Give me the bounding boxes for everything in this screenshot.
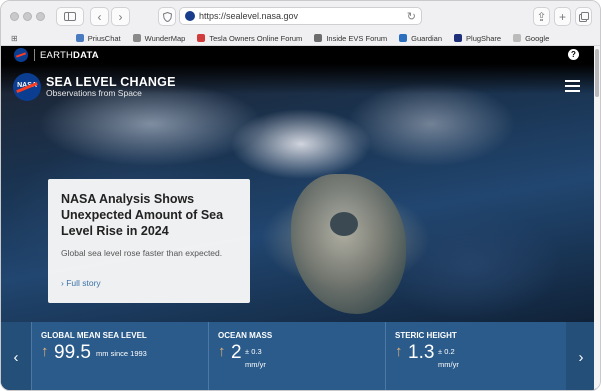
grid-icon[interactable]: ⊞ <box>11 34 18 43</box>
earthdata-suffix: DATA <box>73 49 99 61</box>
browser-window: ‹ › https://sealevel.nasa.gov ↻ ⇪ + ⊞ Pr… <box>0 0 601 391</box>
tab-overview-button[interactable] <box>575 7 592 26</box>
chevron-right-icon: › <box>578 348 584 366</box>
bookmark-item[interactable]: PriusChat <box>75 33 121 43</box>
earthdata-prefix: EARTH <box>40 49 74 61</box>
bookmark-item[interactable]: WunderMap <box>132 33 186 43</box>
up-arrow-icon: ↑ <box>218 343 226 360</box>
close-window-button[interactable] <box>10 12 19 21</box>
next-stat-button[interactable]: › <box>566 322 596 390</box>
bookmarks-bar: ⊞ PriusChat WunderMap Tesla Owners Onlin… <box>1 31 600 46</box>
stat-unit: mm/yr <box>245 360 266 369</box>
vital-signs-bar: ‹ GLOBAL MEAN SEA LEVEL ↑ 99.5 mm since … <box>1 322 596 390</box>
chevron-left-icon: ‹ <box>13 348 19 366</box>
news-card: NASA Analysis Shows Unexpected Amount of… <box>48 179 250 303</box>
earthdata-link[interactable]: EARTHDATA <box>40 50 99 61</box>
divider <box>34 49 35 61</box>
stat-value: 2 <box>231 342 242 363</box>
browser-toolbar: ‹ › https://sealevel.nasa.gov ↻ ⇪ + <box>1 1 600 31</box>
page-scrollbar[interactable] <box>594 46 600 390</box>
stat-ocean-mass[interactable]: OCEAN MASS ↑ 2 ± 0.3 mm/yr <box>208 322 385 390</box>
stat-value: 99.5 <box>54 342 91 363</box>
share-icon: ⇪ <box>536 9 547 24</box>
stat-steric-height[interactable]: STERIC HEIGHT ↑ 1.3 ± 0.2 mm/yr <box>385 322 566 390</box>
tabs-icon <box>578 11 589 22</box>
scrollbar-thumb[interactable] <box>595 49 599 97</box>
stat-uncertainty: ± 0.2 <box>438 347 455 356</box>
new-tab-button[interactable]: + <box>554 7 571 26</box>
stat-label: GLOBAL MEAN SEA LEVEL <box>41 331 147 340</box>
bookmark-favicon-icon <box>513 34 522 42</box>
sidebar-toggle-button[interactable] <box>56 7 84 26</box>
up-arrow-icon: ↑ <box>41 343 49 360</box>
bookmark-item[interactable]: PlugShare <box>454 34 501 43</box>
bookmark-item[interactable]: Inside EVS Forum <box>314 34 387 43</box>
lake-okeechobee <box>330 212 358 236</box>
bookmark-item[interactable]: Google <box>513 34 549 43</box>
minimize-window-button[interactable] <box>23 12 32 21</box>
hero-satellite-image: NASA SEA LEVEL CHANGE Observations from … <box>1 64 596 322</box>
shield-icon <box>162 11 172 22</box>
bookmark-favicon-icon <box>314 34 323 42</box>
stat-label: STERIC HEIGHT <box>395 331 457 340</box>
address-bar[interactable]: https://sealevel.nasa.gov ↻ <box>179 7 422 25</box>
card-text: Global sea level rose faster than expect… <box>61 248 223 258</box>
nasa-logo-text: NASA <box>17 82 37 89</box>
bookmark-favicon-icon <box>197 34 206 42</box>
bookmark-favicon-icon <box>132 34 141 42</box>
address-url: https://sealevel.nasa.gov <box>199 11 299 21</box>
bookmark-favicon-icon <box>75 34 84 42</box>
bookmark-favicon-icon <box>454 34 463 42</box>
stat-unit: mm/yr <box>438 360 459 369</box>
prev-stat-button[interactable]: ‹ <box>1 322 31 390</box>
zoom-window-button[interactable] <box>36 12 45 21</box>
share-button[interactable]: ⇪ <box>533 7 550 26</box>
earthdata-bar: EARTHDATA ? <box>1 46 596 64</box>
bookmark-label: Guardian <box>411 33 443 43</box>
plus-icon: + <box>558 9 566 24</box>
site-title[interactable]: SEA LEVEL CHANGE <box>46 75 176 89</box>
bookmark-label: Inside EVS Forum <box>326 33 388 43</box>
up-arrow-icon: ↑ <box>395 343 403 360</box>
full-story-link[interactable]: › Full story <box>61 278 101 288</box>
bookmark-item[interactable]: Tesla Owners Online Forum <box>197 34 302 43</box>
nasa-meatball-logo[interactable]: NASA <box>13 73 41 101</box>
stat-unit: mm since 1993 <box>96 349 147 358</box>
sidebar-icon <box>64 12 76 21</box>
bookmark-label: Google <box>525 33 550 43</box>
site-subtitle: Observations from Space <box>46 88 142 98</box>
reload-icon[interactable]: ↻ <box>407 10 416 23</box>
bookmark-label: Tesla Owners Online Forum <box>209 33 303 43</box>
help-icon[interactable]: ? <box>568 49 579 60</box>
card-title[interactable]: NASA Analysis Shows Unexpected Amount of… <box>61 191 241 239</box>
florida-landmass <box>291 174 406 314</box>
web-page: EARTHDATA ? NASA SEA LEVEL CHANGE Observ… <box>1 46 596 390</box>
bookmark-item[interactable]: Guardian <box>399 34 442 43</box>
chevron-left-icon: ‹ <box>97 9 102 24</box>
site-favicon-icon <box>185 11 195 21</box>
stat-global-mean-sea-level[interactable]: GLOBAL MEAN SEA LEVEL ↑ 99.5 mm since 19… <box>31 322 208 390</box>
privacy-report-button[interactable] <box>158 7 176 26</box>
menu-icon[interactable] <box>565 80 580 95</box>
stat-value: 1.3 <box>408 342 435 363</box>
chevron-right-icon: › <box>118 9 123 24</box>
stat-uncertainty: ± 0.3 <box>245 347 262 356</box>
stat-label: OCEAN MASS <box>218 331 273 340</box>
bookmark-favicon-icon <box>399 34 408 42</box>
back-button[interactable]: ‹ <box>90 7 109 26</box>
nasa-logo-icon[interactable] <box>14 48 28 62</box>
bookmark-label: PriusChat <box>87 33 121 43</box>
bookmark-label: PlugShare <box>466 33 502 43</box>
forward-button[interactable]: › <box>111 7 130 26</box>
bookmark-label: WunderMap <box>144 33 186 43</box>
